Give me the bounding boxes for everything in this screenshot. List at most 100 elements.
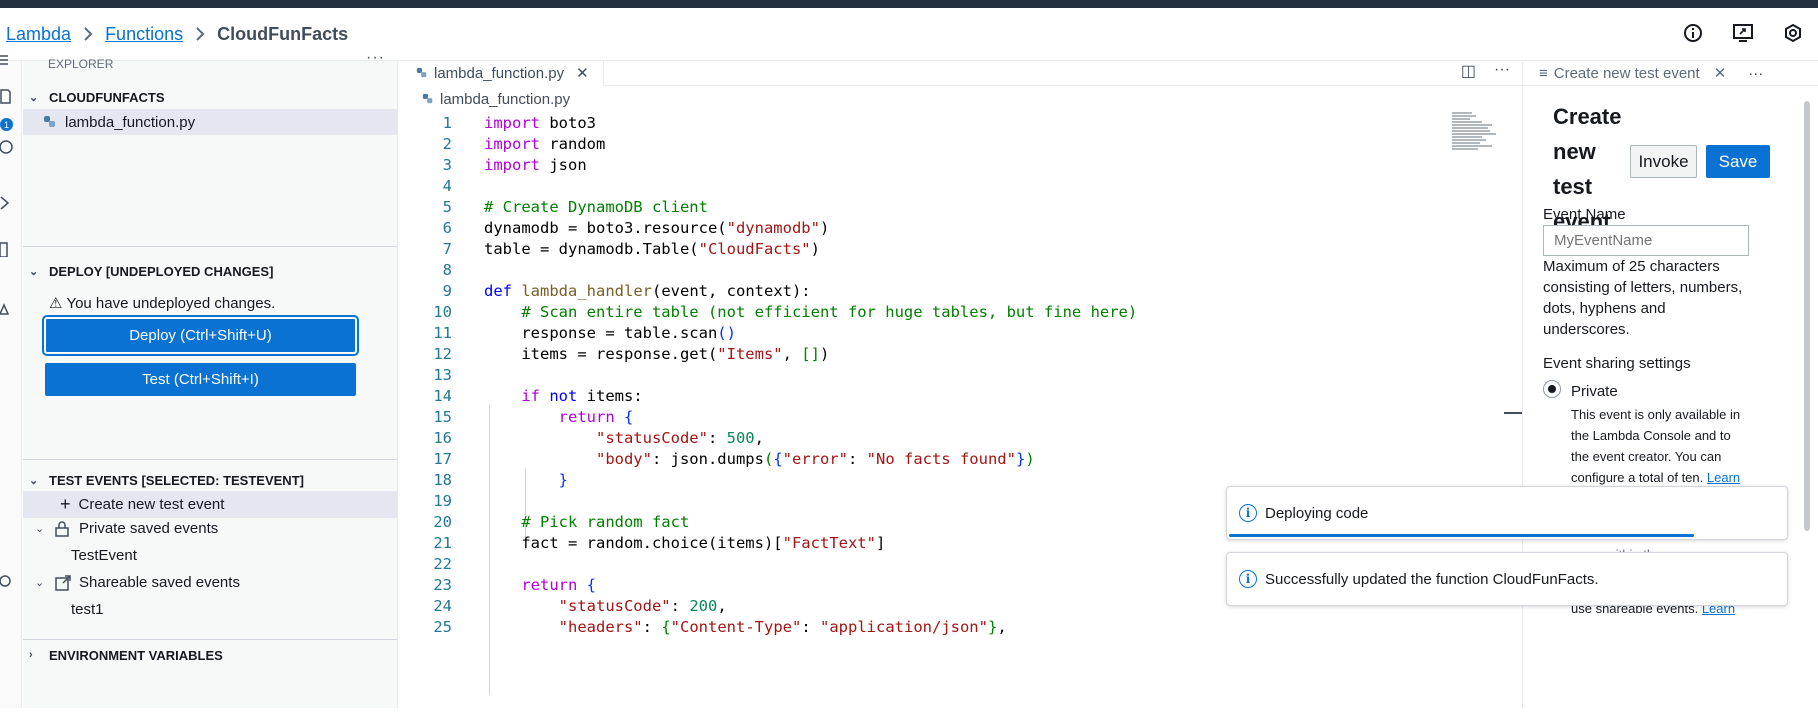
settings-gear-icon[interactable]	[0, 573, 16, 589]
more-options-icon[interactable]: ···	[1494, 61, 1510, 81]
code-editor: lambda_function.py ✕ ◫ ··· lambda_functi…	[398, 60, 1522, 720]
panel-scrollbar[interactable]	[1804, 101, 1810, 531]
create-event-label: Create new test event	[78, 496, 225, 513]
chevron-right-icon: ›	[29, 649, 33, 661]
code-minimap[interactable]	[1452, 112, 1496, 158]
more-options-icon[interactable]: ···	[366, 50, 385, 66]
chevron-down-icon: ⌄	[35, 523, 45, 535]
lock-icon	[55, 520, 69, 537]
test-event-panel: ≡ Create new test event ✕ ··· Create new…	[1522, 61, 1818, 720]
event-name-input[interactable]	[1543, 225, 1749, 256]
test-event-item[interactable]: TestEvent	[71, 542, 137, 569]
deploy-section-title: DEPLOY [UNDEPLOYED CHANGES]	[49, 263, 274, 279]
info-icon[interactable]	[1682, 22, 1704, 44]
private-saved-label: Private saved events	[79, 520, 219, 537]
menu-icon[interactable]	[0, 53, 16, 69]
explorer-sidebar: EXPLORER ··· ⌄ CLOUDFUNFACTS lambda_func…	[23, 50, 398, 720]
search-icon[interactable]	[0, 139, 16, 155]
more-options-icon[interactable]: ···	[1748, 65, 1763, 82]
private-saved-events-item[interactable]: ⌄ Private saved events	[35, 515, 218, 542]
breadcrumb: Lambda Functions CloudFunFacts	[0, 8, 1818, 61]
breadcrumb-lambda-link[interactable]: Lambda	[6, 24, 71, 45]
tab-lambda-function[interactable]: lambda_function.py ✕	[398, 60, 604, 86]
invoke-button[interactable]: Invoke	[1630, 145, 1697, 178]
files-icon[interactable]	[0, 89, 16, 105]
chevron-down-icon: ⌄	[35, 577, 45, 589]
project-title: CLOUDFUNFACTS	[49, 89, 165, 105]
test-events-header[interactable]: ⌄ TEST EVENTS [SELECTED: TESTEVENT]	[23, 468, 304, 492]
test1-event-item[interactable]: test1	[71, 596, 104, 623]
test1-label: test1	[71, 601, 104, 618]
explorer-title: EXPLORER	[48, 57, 114, 71]
tab-label: lambda_function.py	[434, 64, 565, 82]
editor-breadcrumb-file: lambda_function.py	[440, 90, 571, 108]
split-editor-icon[interactable]: ◫	[1461, 61, 1476, 81]
event-name-help: Maximum of 25 characters consisting of l…	[1543, 258, 1743, 338]
editor-actions: ◫ ···	[1461, 61, 1510, 81]
chevron-right-icon	[83, 27, 93, 41]
python-file-icon	[422, 93, 433, 104]
status-bar	[0, 708, 1818, 720]
python-file-icon	[44, 116, 55, 127]
undeployed-warning: ⚠ You have undeployed changes.	[23, 294, 276, 313]
env-vars-header[interactable]: › ENVIRONMENT VARIABLES	[23, 643, 223, 667]
deploying-toast: i Deploying code	[1226, 486, 1788, 540]
close-icon[interactable]: ✕	[1714, 64, 1727, 82]
breadcrumb-functions-link[interactable]: Functions	[105, 24, 183, 45]
chevron-down-icon: ⌄	[29, 265, 39, 278]
python-file-icon	[416, 67, 427, 78]
tab-create-test-event[interactable]: ≡ Create new test event ✕ ···	[1523, 61, 1818, 86]
share-icon	[55, 574, 71, 591]
sharing-label: Event sharing settings	[1543, 355, 1691, 372]
explorer-badge: 1	[0, 118, 13, 131]
editor-breadcrumb: lambda_function.py	[398, 86, 1522, 112]
file-name: lambda_function.py	[65, 113, 196, 131]
close-icon[interactable]: ✕	[576, 64, 589, 82]
warning-icon: ⚠	[49, 295, 63, 312]
test-button[interactable]: Test (Ctrl+Shift+I)	[45, 363, 356, 396]
chevron-right-icon	[195, 27, 205, 41]
panel-tab-label: Create new test event	[1553, 64, 1700, 82]
deploy-button[interactable]: Deploy (Ctrl+Shift+U)	[42, 315, 359, 356]
save-button[interactable]: Save	[1706, 145, 1770, 178]
shareable-saved-label: Shareable saved events	[79, 574, 240, 591]
private-radio[interactable]	[1543, 380, 1561, 398]
section-divider	[23, 639, 397, 640]
scroll-indicator	[1504, 412, 1522, 414]
monitor-icon[interactable]	[1732, 22, 1754, 44]
chevron-down-icon: ⌄	[29, 91, 39, 104]
deploy-icon[interactable]	[0, 301, 16, 317]
private-label: Private	[1571, 383, 1618, 400]
extensions-icon[interactable]	[0, 241, 16, 257]
run-icon[interactable]	[0, 195, 16, 211]
editor-tabbar: lambda_function.py ✕ ◫ ···	[398, 60, 1522, 86]
shareable-saved-events-item[interactable]: ⌄ Shareable saved events	[35, 569, 240, 596]
info-icon: i	[1239, 504, 1257, 522]
plus-icon: +	[60, 494, 71, 514]
section-divider	[23, 246, 397, 247]
deploy-progress-bar	[1229, 534, 1694, 537]
deploy-section-header[interactable]: ⌄ DEPLOY [UNDEPLOYED CHANGES]	[23, 259, 273, 283]
settings-hex-icon[interactable]	[1782, 22, 1804, 44]
top-icons	[1682, 22, 1804, 44]
page-title: CloudFunFacts	[217, 23, 349, 44]
info-icon: i	[1239, 570, 1257, 588]
code-area[interactable]: 1 import boto3 2 import random 3 import jso…	[398, 112, 1502, 720]
success-text: Successfully updated the function CloudF…	[1265, 570, 1599, 588]
env-vars-title: ENVIRONMENT VARIABLES	[49, 647, 223, 663]
chevron-down-icon: ⌄	[29, 474, 39, 487]
event-name-label: Event Name	[1543, 206, 1626, 223]
create-test-event-item[interactable]: + Create new test event	[23, 491, 397, 518]
section-divider	[23, 459, 397, 460]
warning-text: You have undeployed changes.	[66, 294, 276, 312]
test-events-title: TEST EVENTS [SELECTED: TESTEVENT]	[49, 472, 304, 488]
top-nav-bar	[0, 0, 1818, 8]
file-item-lambda-function[interactable]: lambda_function.py	[23, 109, 397, 135]
test-event-label: TestEvent	[71, 547, 137, 564]
activity-bar: 1	[0, 55, 22, 720]
deploying-text: Deploying code	[1265, 504, 1369, 522]
explorer-header: EXPLORER ···	[23, 50, 397, 77]
project-section-header[interactable]: ⌄ CLOUDFUNFACTS	[23, 85, 397, 109]
success-toast: i Successfully updated the function Clou…	[1226, 552, 1788, 606]
list-icon: ≡	[1539, 64, 1548, 82]
